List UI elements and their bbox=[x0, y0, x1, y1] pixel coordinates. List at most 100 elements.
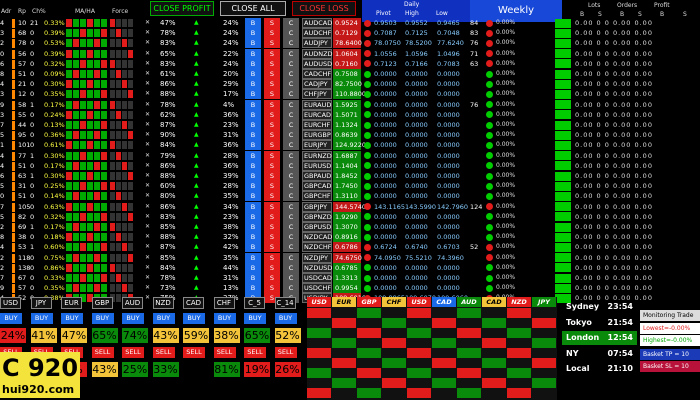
row-close-button[interactable]: C bbox=[283, 38, 299, 49]
symbol-name[interactable]: USDCHF bbox=[302, 283, 332, 294]
row-close-button[interactable]: C bbox=[283, 48, 299, 59]
currency-label[interactable]: CAD bbox=[183, 297, 204, 309]
currency-label[interactable]: GBP bbox=[91, 297, 113, 309]
row-sell-button[interactable]: S bbox=[264, 242, 280, 253]
symbol-name[interactable]: GBPJPY bbox=[302, 201, 332, 212]
currency-sell-button[interactable]: SELL bbox=[244, 347, 266, 358]
row-buy-button[interactable]: B bbox=[245, 160, 261, 171]
row-sell-button[interactable]: S bbox=[264, 79, 280, 90]
row-buy-button[interactable]: B bbox=[245, 273, 261, 283]
currency-label[interactable]: EUR bbox=[61, 297, 82, 309]
symbol-name[interactable]: EURNZD bbox=[302, 150, 332, 161]
symbol-name[interactable]: AUDCAD bbox=[302, 18, 332, 28]
currency-buy-button[interactable]: BUY bbox=[274, 313, 297, 324]
symbol-name[interactable]: NZDUSD bbox=[302, 262, 332, 273]
row-sell-button[interactable]: S bbox=[264, 109, 280, 120]
row-buy-button[interactable]: B bbox=[245, 283, 261, 294]
row-close-button[interactable]: C bbox=[283, 283, 299, 294]
symbol-name[interactable]: CHFJPY bbox=[302, 89, 332, 100]
row-buy-button[interactable]: B bbox=[245, 140, 261, 151]
symbol-name[interactable]: AUDJPY bbox=[302, 38, 332, 49]
currency-buy-button[interactable]: BUY bbox=[122, 313, 144, 324]
row-buy-button[interactable]: B bbox=[245, 69, 261, 79]
row-buy-button[interactable]: B bbox=[245, 38, 261, 49]
row-buy-button[interactable]: B bbox=[245, 109, 261, 120]
symbol-name[interactable]: GBPNZD bbox=[302, 211, 332, 222]
close-all-button[interactable]: CLOSE ALL bbox=[220, 1, 286, 16]
row-sell-button[interactable]: S bbox=[264, 252, 280, 263]
row-buy-button[interactable]: B bbox=[245, 201, 261, 212]
currency-label[interactable]: CHF bbox=[213, 297, 235, 309]
row-close-button[interactable]: C bbox=[283, 99, 299, 110]
row-sell-button[interactable]: S bbox=[264, 99, 280, 110]
row-buy-button[interactable]: B bbox=[245, 58, 261, 69]
row-sell-button[interactable]: S bbox=[264, 28, 280, 39]
row-close-button[interactable]: C bbox=[283, 130, 299, 141]
row-sell-button[interactable]: S bbox=[264, 181, 280, 192]
row-sell-button[interactable]: S bbox=[264, 48, 280, 59]
row-close-button[interactable]: C bbox=[283, 140, 299, 151]
row-close-button[interactable]: C bbox=[283, 150, 299, 161]
currency-buy-button[interactable]: BUY bbox=[152, 313, 175, 324]
row-buy-button[interactable]: B bbox=[245, 211, 261, 222]
symbol-name[interactable]: GBPUSD bbox=[302, 222, 332, 232]
currency-buy-button[interactable]: BUY bbox=[61, 313, 83, 324]
row-sell-button[interactable]: S bbox=[264, 69, 280, 79]
symbol-name[interactable]: EURAUD bbox=[302, 99, 332, 110]
row-sell-button[interactable]: S bbox=[264, 283, 280, 294]
currency-label[interactable]: JPY bbox=[30, 297, 52, 309]
row-buy-button[interactable]: B bbox=[245, 130, 261, 141]
symbol-name[interactable]: AUDUSD bbox=[302, 58, 332, 69]
row-close-button[interactable]: C bbox=[283, 181, 299, 192]
symbol-name[interactable]: EURJPY bbox=[302, 140, 332, 151]
row-buy-button[interactable]: B bbox=[245, 150, 261, 161]
currency-sell-button[interactable]: SELL bbox=[274, 347, 297, 358]
currency-buy-button[interactable]: BUY bbox=[244, 313, 266, 324]
symbol-name[interactable]: EURGBP bbox=[302, 130, 332, 141]
row-buy-button[interactable]: B bbox=[245, 222, 261, 232]
row-close-button[interactable]: C bbox=[283, 211, 299, 222]
currency-buy-button[interactable]: BUY bbox=[91, 313, 114, 324]
row-close-button[interactable]: C bbox=[283, 222, 299, 232]
currency-label[interactable]: C_5 bbox=[244, 297, 265, 309]
currency-sell-button[interactable]: SELL bbox=[183, 347, 205, 358]
currency-buy-button[interactable]: BUY bbox=[213, 313, 236, 324]
currency-sell-button[interactable]: SELL bbox=[122, 347, 144, 358]
row-sell-button[interactable]: S bbox=[264, 140, 280, 151]
symbol-name[interactable]: GBPCHF bbox=[302, 191, 332, 202]
row-close-button[interactable]: C bbox=[283, 242, 299, 253]
row-sell-button[interactable]: S bbox=[264, 211, 280, 222]
row-sell-button[interactable]: S bbox=[264, 120, 280, 130]
row-close-button[interactable]: C bbox=[283, 252, 299, 263]
row-sell-button[interactable]: S bbox=[264, 58, 280, 69]
row-buy-button[interactable]: B bbox=[245, 242, 261, 253]
row-sell-button[interactable]: S bbox=[264, 18, 280, 28]
symbol-name[interactable]: NZDCAD bbox=[302, 232, 332, 243]
row-close-button[interactable]: C bbox=[283, 69, 299, 79]
row-buy-button[interactable]: B bbox=[245, 89, 261, 100]
row-sell-button[interactable]: S bbox=[264, 273, 280, 283]
row-buy-button[interactable]: B bbox=[245, 99, 261, 110]
symbol-name[interactable]: GBPCAD bbox=[302, 181, 332, 192]
row-sell-button[interactable]: S bbox=[264, 171, 280, 181]
currency-buy-button[interactable]: BUY bbox=[30, 313, 53, 324]
row-buy-button[interactable]: B bbox=[245, 79, 261, 90]
symbol-name[interactable]: EURCHF bbox=[302, 120, 332, 130]
row-sell-button[interactable]: S bbox=[264, 130, 280, 141]
row-sell-button[interactable]: S bbox=[264, 89, 280, 100]
symbol-name[interactable]: USDCAD bbox=[302, 273, 332, 283]
currency-buy-button[interactable]: BUY bbox=[0, 313, 22, 324]
symbol-name[interactable]: AUDCHF bbox=[302, 28, 332, 39]
row-buy-button[interactable]: B bbox=[245, 191, 261, 202]
row-sell-button[interactable]: S bbox=[264, 232, 280, 243]
symbol-name[interactable]: CADJPY bbox=[302, 79, 332, 90]
row-close-button[interactable]: C bbox=[283, 171, 299, 181]
currency-label[interactable]: NZD bbox=[152, 297, 174, 309]
row-buy-button[interactable]: B bbox=[245, 120, 261, 130]
row-close-button[interactable]: C bbox=[283, 58, 299, 69]
row-close-button[interactable]: C bbox=[283, 120, 299, 130]
currency-label[interactable]: USD bbox=[0, 297, 21, 309]
row-close-button[interactable]: C bbox=[283, 201, 299, 212]
row-close-button[interactable]: C bbox=[283, 262, 299, 273]
row-sell-button[interactable]: S bbox=[264, 38, 280, 49]
